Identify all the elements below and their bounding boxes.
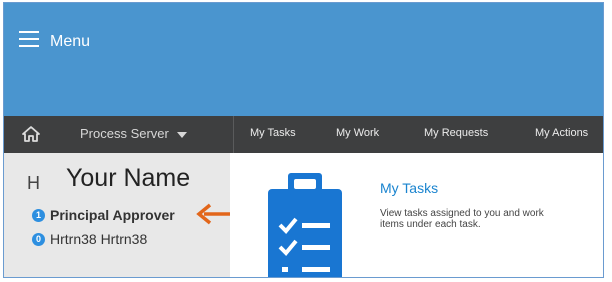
user-panel: H Your Name 1 Principal Approver 0 Hrtrn… bbox=[4, 153, 238, 277]
nav-my-tasks[interactable]: My Tasks bbox=[250, 127, 296, 139]
nav-my-requests[interactable]: My Requests bbox=[424, 127, 488, 139]
hamburger-icon[interactable] bbox=[19, 31, 39, 47]
role-label: Hrtrn38 Hrtrn38 bbox=[50, 231, 148, 247]
my-tasks-description: View tasks assigned to you and work item… bbox=[380, 208, 544, 230]
process-server-label: Process Server bbox=[80, 126, 169, 141]
nav-divider bbox=[233, 116, 234, 153]
nav-my-actions[interactable]: My Actions bbox=[535, 127, 588, 139]
menu-label[interactable]: Menu bbox=[50, 33, 90, 51]
user-heading-partial: H bbox=[27, 173, 40, 193]
my-tasks-title[interactable]: My Tasks bbox=[380, 180, 438, 196]
clipboard-checklist-icon[interactable] bbox=[268, 171, 342, 278]
role-item-hrtrn38[interactable]: 0 Hrtrn38 Hrtrn38 bbox=[32, 231, 147, 247]
sub-header-bar bbox=[4, 83, 603, 116]
app-window: Menu Process Server My Tasks My Work My … bbox=[3, 2, 604, 278]
tasks-panel: My Tasks View tasks assigned to you and … bbox=[230, 153, 603, 278]
count-badge: 0 bbox=[32, 232, 45, 246]
role-label: Principal Approver bbox=[50, 207, 175, 223]
role-item-principal-approver[interactable]: 1 Principal Approver bbox=[32, 207, 175, 223]
process-server-dropdown[interactable]: Process Server bbox=[80, 126, 187, 141]
top-menu-bar: Menu bbox=[4, 3, 603, 83]
count-badge: 1 bbox=[32, 208, 45, 222]
your-name-annotation: Your Name bbox=[66, 164, 191, 192]
nav-my-work[interactable]: My Work bbox=[336, 127, 379, 139]
home-icon[interactable] bbox=[22, 125, 40, 143]
chevron-down-icon bbox=[176, 131, 187, 138]
main-nav-bar: Process Server My Tasks My Work My Reque… bbox=[4, 116, 603, 153]
